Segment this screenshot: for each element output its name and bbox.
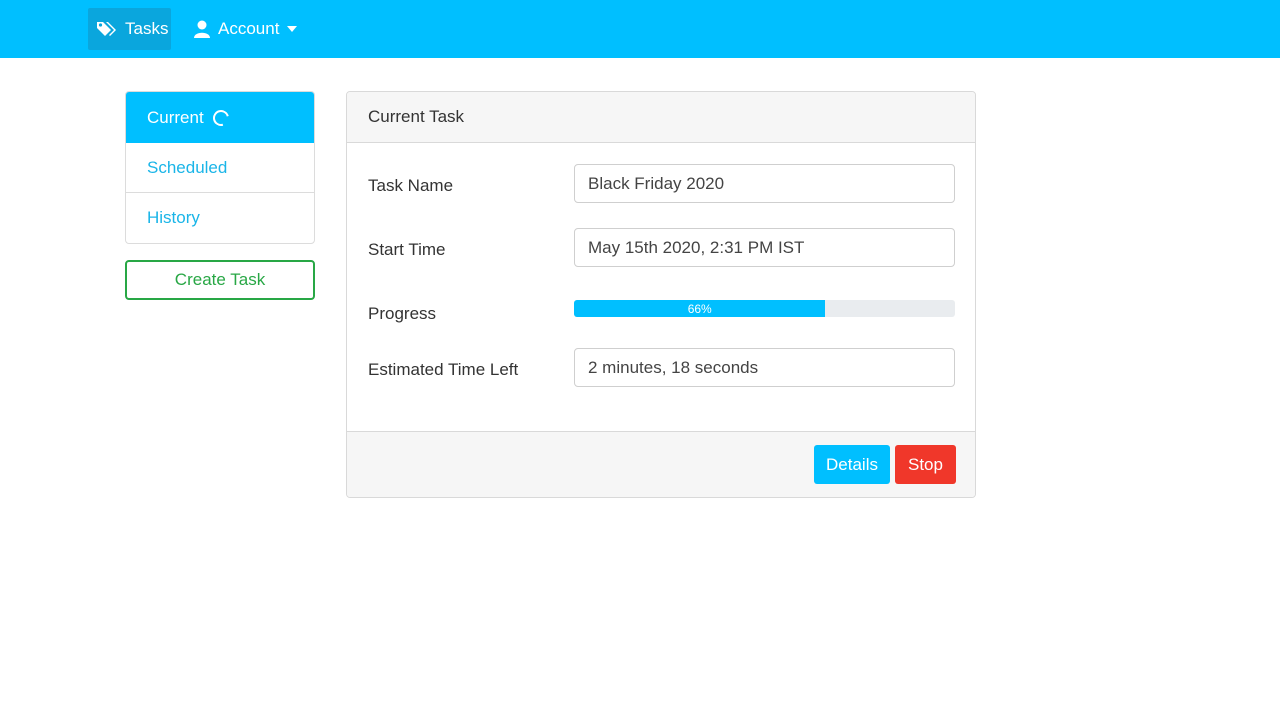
eta-label: Estimated Time Left (368, 360, 519, 379)
nav-tasks-link[interactable]: Tasks (88, 8, 171, 50)
progress-bar: 66% (574, 300, 955, 317)
sidebar-item-label: Scheduled (147, 157, 228, 177)
spinner-icon (209, 106, 232, 129)
nav-tasks-label: Tasks (125, 19, 169, 38)
eta-field[interactable]: 2 minutes, 18 seconds (574, 348, 955, 387)
details-button[interactable]: Details (814, 445, 890, 484)
user-icon (194, 20, 218, 38)
progress-fill: 66% (574, 300, 826, 317)
stop-button[interactable]: Stop (895, 445, 956, 484)
sidebar-item-label: Current (147, 107, 204, 127)
start-time-field[interactable]: May 15th 2020, 2:31 PM IST (574, 228, 955, 267)
caret-down-icon (287, 26, 298, 32)
nav-account-label: Account (218, 19, 280, 38)
top-navbar: Tasks Account (0, 0, 1280, 58)
sidebar-item-label: History (147, 208, 200, 227)
sidebar-item-current[interactable]: Current (126, 92, 314, 143)
start-time-label: Start Time (368, 240, 446, 259)
task-name-label: Task Name (368, 176, 454, 195)
current-task-card: Current Task Task Name Black Friday 2020… (346, 91, 976, 498)
progress-label: Progress (368, 304, 437, 323)
task-name-field[interactable]: Black Friday 2020 (574, 164, 955, 203)
card-title: Current Task (347, 92, 975, 143)
create-task-button[interactable]: Create Task (125, 260, 315, 300)
sidebar-item-scheduled[interactable]: Scheduled (126, 143, 314, 193)
tags-icon (96, 20, 125, 38)
sidebar-item-history[interactable]: History (126, 193, 314, 243)
sidebar-list: Current Scheduled History (125, 91, 315, 244)
card-footer: Details Stop (347, 431, 975, 497)
nav-account-dropdown[interactable]: Account (194, 8, 314, 50)
